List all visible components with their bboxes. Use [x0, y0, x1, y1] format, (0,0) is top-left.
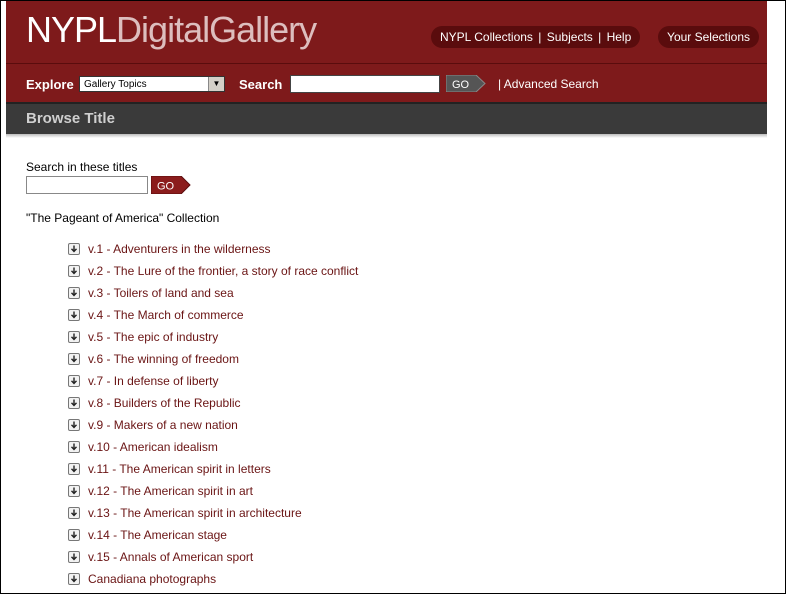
title-search-input[interactable] [26, 176, 148, 194]
list-item: v.10 - American idealism [68, 436, 358, 458]
expand-arrow-icon[interactable] [68, 507, 80, 519]
site-header: NYPLDigitalGallery NYPL Collections | Su… [6, 1, 767, 63]
list-item: Canadiana photographs [68, 568, 358, 590]
logo-light: DigitalGallery [116, 9, 317, 50]
title-link[interactable]: v.6 - The winning of freedom [88, 352, 239, 366]
list-item: v.9 - Makers of a new nation [68, 414, 358, 436]
browse-title-bar: Browse Title [6, 102, 767, 134]
title-link[interactable]: v.10 - American idealism [88, 440, 218, 454]
select-value: Gallery Topics [84, 79, 147, 90]
title-link[interactable]: v.1 - Adventurers in the wilderness [88, 242, 271, 256]
title-link[interactable]: v.9 - Makers of a new nation [88, 418, 238, 432]
title-link[interactable]: v.13 - The American spirit in architectu… [88, 506, 302, 520]
list-item: v.4 - The March of commerce [68, 304, 358, 326]
title-list: v.1 - Adventurers in the wilderness v.2 -… [68, 238, 358, 590]
title-link[interactable]: v.12 - The American spirit in art [88, 484, 253, 498]
logo-bold: NYPL [26, 9, 117, 50]
expand-arrow-icon[interactable] [68, 309, 80, 321]
expand-arrow-icon[interactable] [68, 441, 80, 453]
title-link[interactable]: v.11 - The American spirit in letters [88, 462, 271, 476]
list-item: v.3 - Toilers of land and sea [68, 282, 358, 304]
title-link[interactable]: v.15 - Annals of American sport [88, 550, 253, 564]
divider [6, 134, 767, 138]
collection-title: "The Pageant of America" Collection [26, 211, 220, 225]
gallery-topics-select[interactable]: Gallery Topics ▼ [79, 76, 225, 92]
list-item: v.14 - The American stage [68, 524, 358, 546]
page: NYPLDigitalGallery NYPL Collections | Su… [6, 1, 767, 586]
nav-bar: Explore Gallery Topics ▼ Search GO | Adv… [6, 63, 767, 102]
expand-arrow-icon[interactable] [68, 463, 80, 475]
expand-arrow-icon[interactable] [68, 485, 80, 497]
expand-arrow-icon[interactable] [68, 353, 80, 365]
title-link[interactable]: v.7 - In defense of liberty [88, 374, 219, 388]
link-help[interactable]: Help [607, 30, 632, 44]
title-link[interactable]: v.14 - The American stage [88, 528, 227, 542]
list-item: v.8 - Builders of the Republic [68, 392, 358, 414]
search-input[interactable] [290, 75, 440, 93]
list-item: v.13 - The American spirit in architectu… [68, 502, 358, 524]
go-button[interactable]: GO [446, 75, 486, 92]
expand-arrow-icon[interactable] [68, 287, 80, 299]
expand-arrow-icon[interactable] [68, 529, 80, 541]
list-item: v.11 - The American spirit in letters [68, 458, 358, 480]
title-link[interactable]: v.2 - The Lure of the frontier, a story … [88, 264, 358, 278]
list-item: v.5 - The epic of industry [68, 326, 358, 348]
expand-arrow-icon[interactable] [68, 243, 80, 255]
browser-frame: NYPLDigitalGallery NYPL Collections | Su… [0, 0, 786, 594]
expand-arrow-icon[interactable] [68, 397, 80, 409]
list-item: v.6 - The winning of freedom [68, 348, 358, 370]
title-link[interactable]: v.5 - The epic of industry [88, 330, 218, 344]
expand-arrow-icon[interactable] [68, 551, 80, 563]
list-item: v.2 - The Lure of the frontier, a story … [68, 260, 358, 282]
title-link[interactable]: v.8 - Builders of the Republic [88, 396, 241, 410]
expand-arrow-icon[interactable] [68, 331, 80, 343]
browse-title: Browse Title [26, 110, 115, 127]
title-link[interactable]: Canadiana photographs [88, 572, 216, 586]
title-search-label: Search in these titles [26, 160, 138, 174]
list-item: v.1 - Adventurers in the wilderness [68, 238, 358, 260]
expand-arrow-icon[interactable] [68, 419, 80, 431]
list-item: v.7 - In defense of liberty [68, 370, 358, 392]
title-link[interactable]: v.4 - The March of commerce [88, 308, 244, 322]
expand-arrow-icon[interactable] [68, 265, 80, 277]
link-separator: | [598, 30, 602, 44]
explore-label: Explore [26, 77, 74, 92]
search-label: Search [239, 77, 283, 92]
link-nypl-collections[interactable]: NYPL Collections [440, 30, 533, 44]
go-label: GO [452, 79, 470, 91]
advanced-search-link[interactable]: | Advanced Search [498, 77, 599, 91]
link-separator: | [538, 30, 542, 44]
dropdown-arrow-icon[interactable]: ▼ [208, 77, 224, 91]
expand-arrow-icon[interactable] [68, 573, 80, 585]
site-logo[interactable]: NYPLDigitalGallery [26, 9, 317, 51]
list-item: v.12 - The American spirit in art [68, 480, 358, 502]
top-links: NYPL Collections | Subjects | Help [431, 26, 641, 48]
your-selections-button[interactable]: Your Selections [658, 26, 759, 48]
go-label: GO [157, 181, 175, 193]
link-subjects[interactable]: Subjects [547, 30, 593, 44]
expand-arrow-icon[interactable] [68, 375, 80, 387]
title-link[interactable]: v.3 - Toilers of land and sea [88, 286, 234, 300]
list-item: v.15 - Annals of American sport [68, 546, 358, 568]
title-search-go-button[interactable]: GO [151, 176, 191, 194]
